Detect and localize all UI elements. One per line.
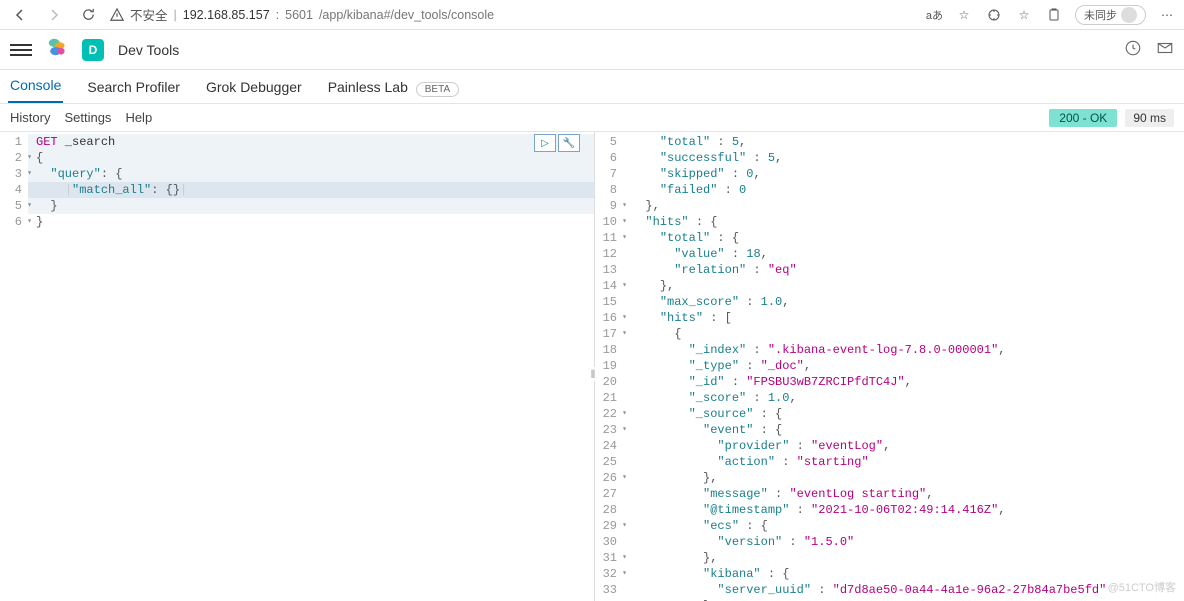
app-badge: D [82, 39, 104, 61]
response-pane: 5678910111213141516171819202122232425262… [595, 132, 1184, 601]
favorites-bar-icon[interactable]: ☆ [1015, 6, 1033, 24]
back-button[interactable] [8, 3, 32, 27]
tab-grok-debugger[interactable]: Grok Debugger [204, 79, 304, 103]
url-host: 192.168.85.157 [183, 8, 270, 22]
address-bar[interactable]: 不安全 | 192.168.85.157:5601/app/kibana#/de… [110, 5, 916, 24]
mail-icon[interactable] [1156, 39, 1174, 60]
beta-badge: BETA [416, 82, 459, 97]
tab-console[interactable]: Console [8, 77, 63, 103]
timing-badge: 90 ms [1125, 109, 1174, 127]
run-button[interactable]: ▷ [534, 134, 556, 152]
forward-button[interactable] [42, 3, 66, 27]
nav-menu-button[interactable] [10, 39, 32, 61]
console-split: 123456 GET _search{ "query": { |"match_a… [0, 132, 1184, 601]
request-options-button[interactable]: 🔧 [558, 134, 580, 152]
page-title: Dev Tools [118, 42, 179, 58]
collections-icon[interactable] [1045, 6, 1063, 24]
console-menu: History Settings Help 200 - OK 90 ms [0, 104, 1184, 132]
status-badge: 200 - OK [1049, 109, 1117, 127]
history-link[interactable]: History [10, 110, 50, 125]
app-header: D Dev Tools [0, 30, 1184, 70]
insecure-label: 不安全 [130, 5, 168, 24]
favorite-icon[interactable]: ☆ [955, 6, 973, 24]
url-path: /app/kibana#/dev_tools/console [319, 8, 494, 22]
browser-toolbar: 不安全 | 192.168.85.157:5601/app/kibana#/de… [0, 0, 1184, 30]
sync-button[interactable]: 未同步 [1075, 5, 1146, 25]
more-icon[interactable]: ⋯ [1158, 6, 1176, 24]
url-port: 5601 [285, 8, 313, 22]
tab-strip: Console Search Profiler Grok Debugger Pa… [0, 70, 1184, 104]
tab-search-profiler[interactable]: Search Profiler [85, 79, 182, 103]
request-pane: 123456 GET _search{ "query": { |"match_a… [0, 132, 595, 601]
avatar-icon [1121, 7, 1137, 23]
tab-painless-lab[interactable]: Painless Lab BETA [326, 79, 461, 103]
help-link[interactable]: Help [125, 110, 152, 125]
translate-icon[interactable]: aあ [926, 7, 943, 23]
response-viewer[interactable]: 5678910111213141516171819202122232425262… [595, 132, 1184, 601]
settings-link[interactable]: Settings [64, 110, 111, 125]
newsfeed-icon[interactable] [1124, 39, 1142, 60]
extension-icon[interactable] [985, 6, 1003, 24]
elastic-logo-icon[interactable] [46, 36, 68, 63]
refresh-button[interactable] [76, 3, 100, 27]
insecure-icon [110, 8, 124, 22]
request-editor[interactable]: 123456 GET _search{ "query": { |"match_a… [0, 132, 594, 601]
